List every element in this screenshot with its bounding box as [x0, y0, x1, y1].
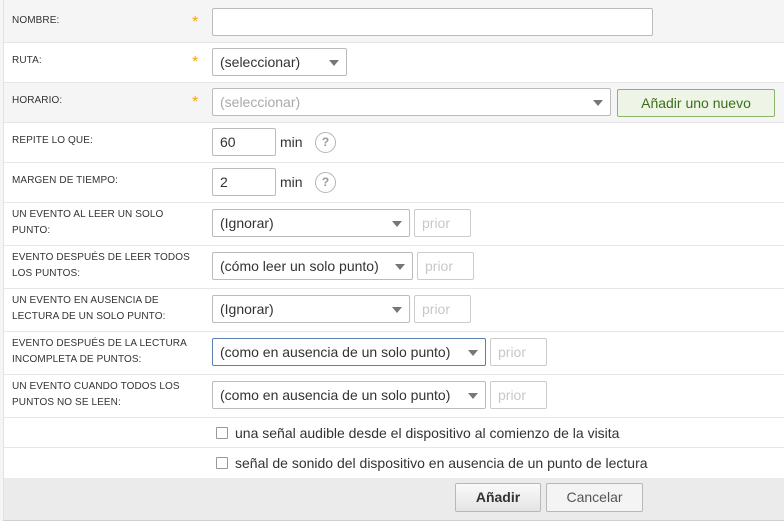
row-event-single-read: UN EVENTO AL LEER UN SOLO PUNTO: (Ignora…	[4, 203, 784, 246]
checkbox-icon[interactable]	[216, 427, 228, 439]
help-icon[interactable]: ?	[315, 132, 336, 153]
row-name: NOMBRE: *	[4, 0, 784, 43]
event-label-line2: LECTURA DE UN SOLO PUNTO:	[12, 311, 166, 322]
repeat-input[interactable]: 60	[212, 128, 276, 156]
event-single-missing-select[interactable]: (Ignorar)	[212, 295, 410, 323]
checkbox-label[interactable]: señal de sonido del dispositivo en ausen…	[235, 454, 648, 472]
event-select-value: (como en ausencia de un solo punto)	[220, 344, 451, 360]
add-button[interactable]: Añadir	[455, 483, 541, 512]
row-checkbox-missing-signal: señal de sonido del dispositivo en ausen…	[4, 448, 784, 478]
chevron-down-icon	[468, 393, 478, 399]
chevron-down-icon	[392, 307, 402, 313]
add-new-schedule-button[interactable]: Añadir uno nuevo	[617, 89, 775, 117]
margin-input[interactable]: 2	[212, 168, 276, 196]
event-single-read-select[interactable]: (Ignorar)	[212, 209, 410, 237]
chevron-down-icon	[329, 60, 339, 66]
required-star: *	[192, 94, 199, 111]
priority-input[interactable]: prior	[417, 252, 474, 280]
route-select[interactable]: (seleccionar)	[212, 48, 347, 76]
row-checkbox-start-signal: una señal audible desde el dispositivo a…	[4, 418, 784, 448]
checkbox-icon[interactable]	[216, 457, 228, 469]
event-label-line1: UN EVENTO EN AUSENCIA DE	[12, 295, 159, 306]
checkbox-label[interactable]: una señal audible desde el dispositivo a…	[235, 424, 619, 442]
priority-input[interactable]: prior	[490, 338, 547, 366]
cancel-button[interactable]: Cancelar	[546, 483, 643, 512]
form-footer: Añadir Cancelar	[4, 478, 784, 520]
priority-input[interactable]: prior	[490, 381, 547, 409]
event-label-line2: PUNTOS NO SE LEEN:	[12, 397, 121, 408]
name-input[interactable]	[212, 8, 653, 36]
priority-input[interactable]: prior	[414, 209, 471, 237]
chevron-down-icon	[395, 264, 405, 270]
event-select-value: (cómo leer un solo punto)	[220, 258, 379, 274]
event-none-read-select[interactable]: (como en ausencia de un solo punto)	[212, 381, 486, 409]
event-select-value: (Ignorar)	[220, 301, 274, 317]
row-repeat: REPITE LO QUE: 60 min ?	[4, 123, 784, 163]
row-event-incomplete: EVENTO DESPUÉS DE LA LECTURA INCOMPLETA …	[4, 332, 784, 375]
chevron-down-icon	[392, 221, 402, 227]
event-label-line2: LOS PUNTOS:	[12, 268, 81, 279]
event-label-line1: EVENTO DESPUÉS DE LEER TODOS	[12, 252, 190, 263]
event-label-line2: PUNTO:	[12, 225, 51, 236]
repeat-label: REPITE LO QUE:	[12, 135, 93, 146]
margin-unit: min	[280, 174, 303, 190]
event-label-line2: INCOMPLETA DE PUNTOS:	[12, 354, 142, 365]
schedule-select-value: (seleccionar)	[220, 94, 301, 110]
row-margin: MARGEN DE TIEMPO: 2 min ?	[4, 163, 784, 203]
event-label-line1: UN EVENTO CUANDO TODOS LOS	[12, 381, 180, 392]
route-label: RUTA:	[12, 55, 42, 66]
priority-input[interactable]: prior	[414, 295, 471, 323]
required-star: *	[192, 14, 199, 31]
schedule-label: HORARIO:	[12, 95, 63, 106]
row-event-none-read: UN EVENTO CUANDO TODOS LOS PUNTOS NO SE …	[4, 375, 784, 418]
required-star: *	[192, 54, 199, 71]
chevron-down-icon	[468, 350, 478, 356]
chevron-down-icon	[593, 100, 603, 106]
event-select-value: (Ignorar)	[220, 215, 274, 231]
event-incomplete-select[interactable]: (como en ausencia de un solo punto)	[212, 338, 486, 366]
margin-label: MARGEN DE TIEMPO:	[12, 175, 118, 186]
name-label: NOMBRE:	[12, 15, 60, 26]
row-route: RUTA: * (seleccionar)	[4, 43, 784, 83]
add-event-form: NOMBRE: * RUTA: * (seleccionar) HORARIO:…	[3, 0, 784, 521]
event-all-read-select[interactable]: (cómo leer un solo punto)	[212, 252, 413, 280]
event-label-line1: EVENTO DESPUÉS DE LA LECTURA	[12, 338, 187, 349]
schedule-select[interactable]: (seleccionar)	[212, 88, 611, 116]
row-event-all-read: EVENTO DESPUÉS DE LEER TODOS LOS PUNTOS:…	[4, 246, 784, 289]
help-icon[interactable]: ?	[315, 172, 336, 193]
event-label-line1: UN EVENTO AL LEER UN SOLO	[12, 209, 164, 220]
row-event-single-missing: UN EVENTO EN AUSENCIA DE LECTURA DE UN S…	[4, 289, 784, 332]
event-select-value: (como en ausencia de un solo punto)	[220, 387, 451, 403]
route-select-value: (seleccionar)	[220, 54, 301, 70]
repeat-unit: min	[280, 134, 303, 150]
